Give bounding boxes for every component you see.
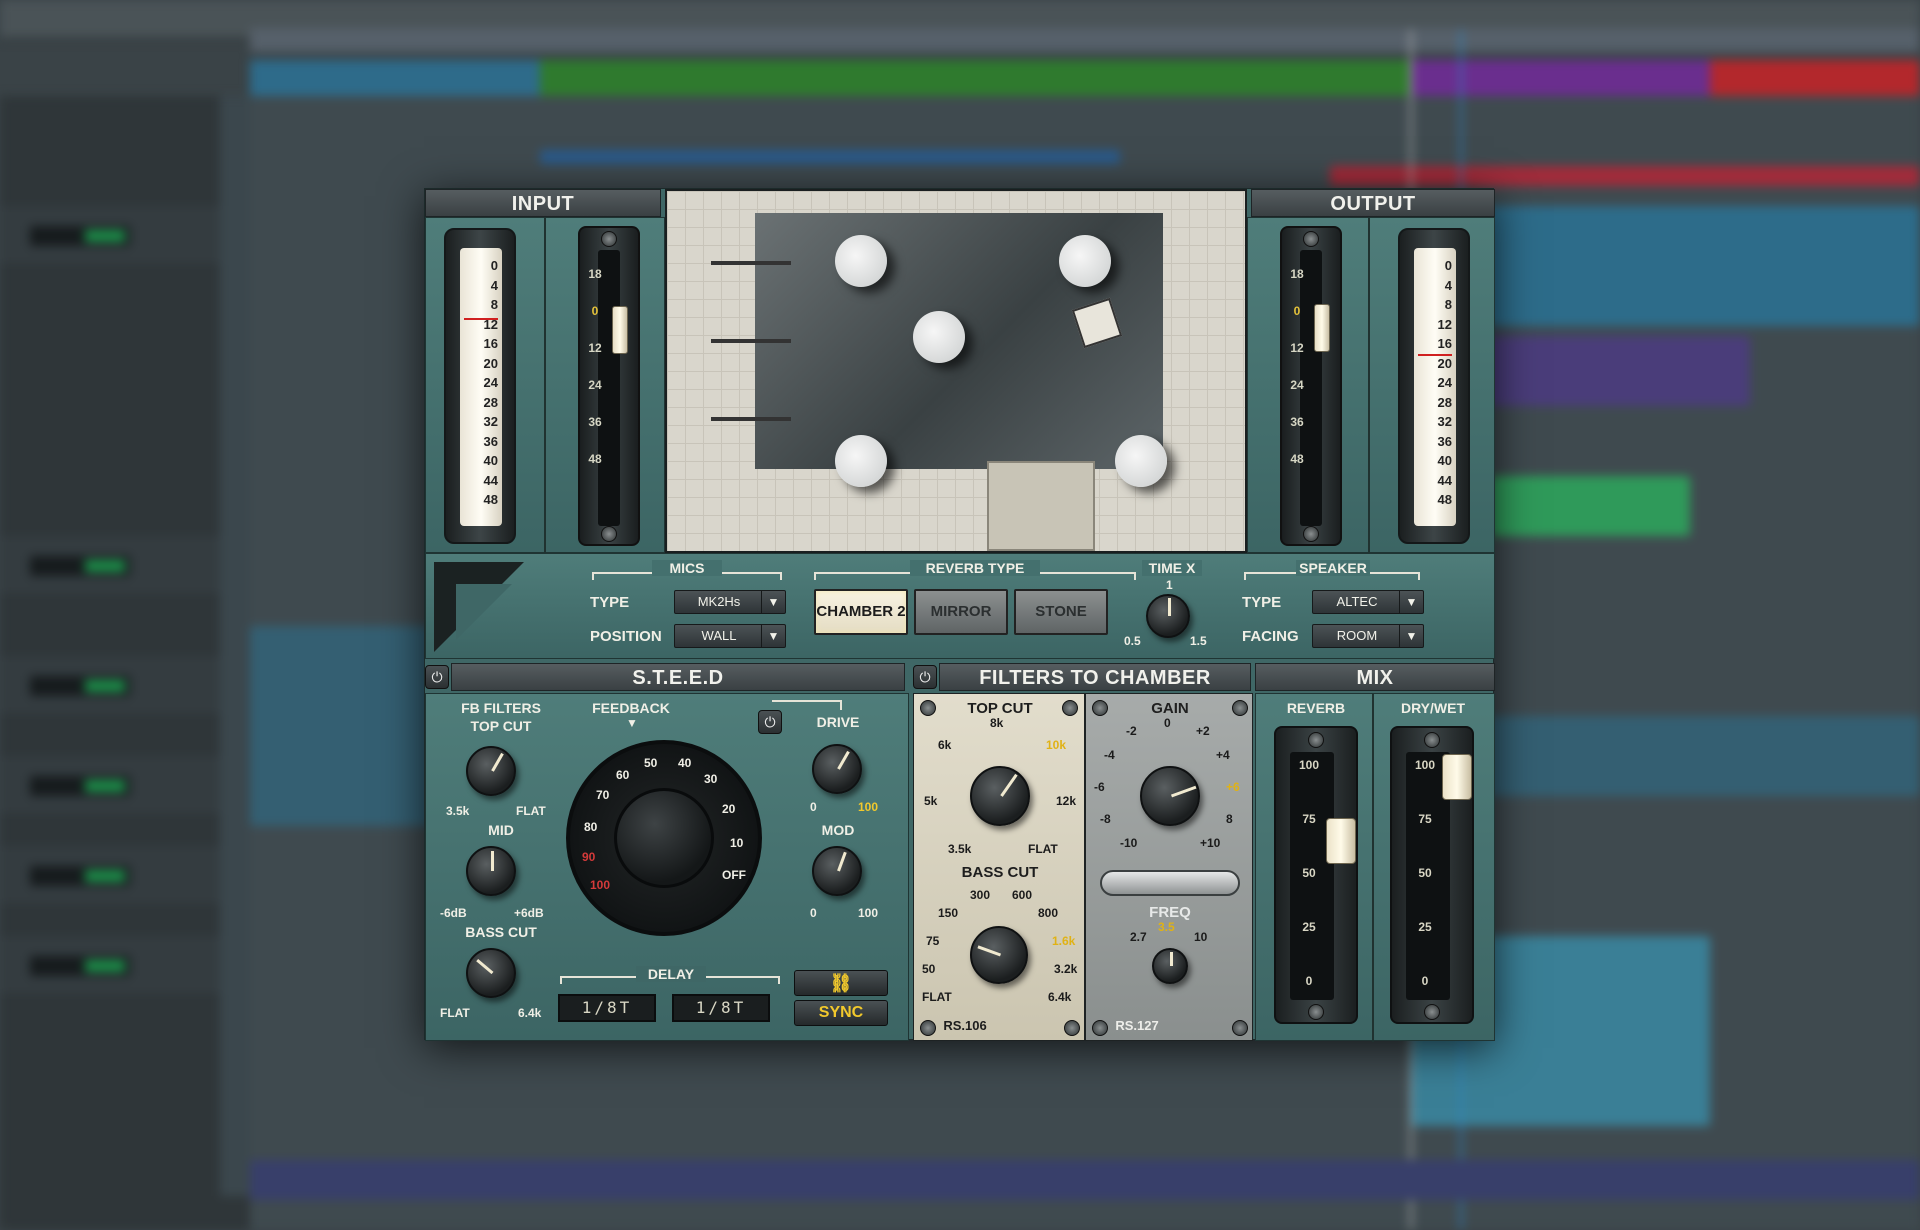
filter-top-cut-knob[interactable] [970, 766, 1030, 826]
filters-power-button[interactable]: ⏻ [913, 665, 937, 689]
speaker-facing-dropdown[interactable]: ROOM ▼ [1312, 624, 1424, 648]
filter-gain-knob[interactable] [1140, 766, 1200, 826]
filter-freq-knob[interactable] [1152, 948, 1188, 984]
mics-type-label: TYPE [590, 594, 630, 611]
filters-header: FILTERS TO CHAMBER [939, 663, 1251, 691]
input-meter-scale: 048 12 16 20 24 28 32 36 40 44 48 [483, 258, 498, 507]
mix-header: MIX [1255, 663, 1495, 691]
mix-panel: REVERB DRY/WET 100 75 50 25 0 100 75 50 25 0 [1255, 693, 1495, 1042]
chamber-room-view[interactable] [665, 189, 1247, 553]
input-header: INPUT [425, 189, 661, 217]
filters-gain-panel: GAIN 0 -2 +2 -4 +4 -6 +6 -8 8 -10 +10 FR… [1085, 693, 1253, 1041]
speaker-type-label: TYPE [1242, 594, 1282, 611]
link-icon[interactable]: ⛓ [794, 970, 888, 996]
chevron-down-icon: ▼ [1399, 591, 1423, 613]
output-trim-handle[interactable] [1314, 304, 1330, 352]
speaker-title: SPEAKER [1296, 560, 1370, 576]
fb-mid-knob[interactable] [466, 846, 516, 896]
chevron-down-icon: ▼ [1399, 625, 1423, 647]
mics-type-dropdown[interactable]: MK2Hs ▼ [674, 590, 786, 614]
plugin-window: INPUT OUTPUT 048 12 16 20 24 28 32 36 40 44 48… [424, 188, 1495, 1042]
drive-knob[interactable] [812, 744, 862, 794]
time-x-knob[interactable] [1146, 594, 1190, 638]
input-panel: 048 12 16 20 24 28 32 36 40 44 48 18 0 12 24 36 48 [425, 217, 665, 554]
steed-header: S.T.E.E.D [451, 663, 905, 691]
sync-button[interactable]: SYNC [794, 1000, 888, 1026]
mics-position-label: POSITION [590, 628, 662, 645]
reverb-type-mirror-button[interactable]: MIRROR [914, 589, 1008, 635]
fb-top-cut-knob[interactable] [466, 746, 516, 796]
output-panel: 18 0 12 24 36 48 048 12 16 20 24 28 32 36 40 44 48 [1247, 217, 1495, 554]
output-meter-needle [1418, 354, 1452, 356]
chevron-down-icon: ▼ [761, 625, 785, 647]
settings-bar: MICS TYPE MK2Hs ▼ POSITION WALL ▼ REVERB… [425, 553, 1495, 659]
chamber-door [987, 461, 1095, 551]
reverb-fader[interactable]: 100 75 50 25 0 [1274, 726, 1358, 1024]
output-meter-scale: 048 12 16 20 24 28 32 36 40 44 48 [1437, 258, 1452, 507]
reverb-type-chamber2-button[interactable]: CHAMBER 2 [814, 589, 908, 635]
daw-timeline-ruler [250, 28, 1920, 52]
daw-bottom-lane [250, 1160, 1920, 1200]
input-trim-handle[interactable] [612, 306, 628, 354]
input-meter: 048 12 16 20 24 28 32 36 40 44 48 [444, 228, 516, 544]
mic-disc-1[interactable] [835, 235, 887, 287]
delay-right-display[interactable]: 1/8T [672, 994, 770, 1022]
input-trim-slider[interactable]: 18 0 12 24 36 48 [578, 226, 640, 546]
feedback-marker-icon: ▼ [626, 716, 638, 730]
daw-track-color-strip [220, 96, 250, 1196]
daw-arranger-track [250, 60, 1920, 96]
mic-disc-5[interactable] [1115, 435, 1167, 487]
speaker-facing-label: FACING [1242, 628, 1299, 645]
delay-left-display[interactable]: 1/8T [558, 994, 656, 1022]
fb-bass-cut-knob[interactable] [466, 948, 516, 998]
output-header: OUTPUT [1251, 189, 1495, 217]
drywet-fader-handle[interactable] [1442, 754, 1472, 800]
input-meter-needle [464, 318, 498, 320]
filter-bass-cut-knob[interactable] [970, 926, 1028, 984]
speaker-type-dropdown[interactable]: ALTEC ▼ [1312, 590, 1424, 614]
drywet-fader[interactable]: 100 75 50 25 0 [1390, 726, 1474, 1024]
filter-handle-bar [1100, 870, 1240, 896]
daw-track-headers [0, 96, 250, 1230]
output-trim-slider[interactable]: 18 0 12 24 36 48 [1280, 226, 1342, 546]
steed-power-button[interactable]: ⏻ [425, 665, 449, 689]
reverb-fader-handle[interactable] [1326, 818, 1356, 864]
feedback-knob[interactable]: 70 60 50 40 30 20 10 OFF 80 90 100 [566, 740, 762, 936]
mics-title: MICS [652, 560, 722, 576]
reverb-type-stone-button[interactable]: STONE [1014, 589, 1108, 635]
filters-cream-panel: TOP CUT 8k 6k 10k 5k 12k 3.5k FLAT BASS … [913, 693, 1085, 1041]
mic-disc-3[interactable] [913, 311, 965, 363]
mic-disc-2[interactable] [1059, 235, 1111, 287]
drive-power-button[interactable]: ⏻ [758, 710, 782, 734]
time-x-title: TIME X [1142, 560, 1202, 576]
reverb-type-title: REVERB TYPE [910, 560, 1040, 576]
mod-knob[interactable] [812, 846, 862, 896]
output-meter: 048 12 16 20 24 28 32 36 40 44 48 [1398, 228, 1470, 544]
mic-disc-4[interactable] [835, 435, 887, 487]
chevron-down-icon: ▼ [761, 591, 785, 613]
mics-position-dropdown[interactable]: WALL ▼ [674, 624, 786, 648]
steed-panel: FB FILTERS TOP CUT 3.5k FLAT MID -6dB +6… [425, 693, 909, 1041]
